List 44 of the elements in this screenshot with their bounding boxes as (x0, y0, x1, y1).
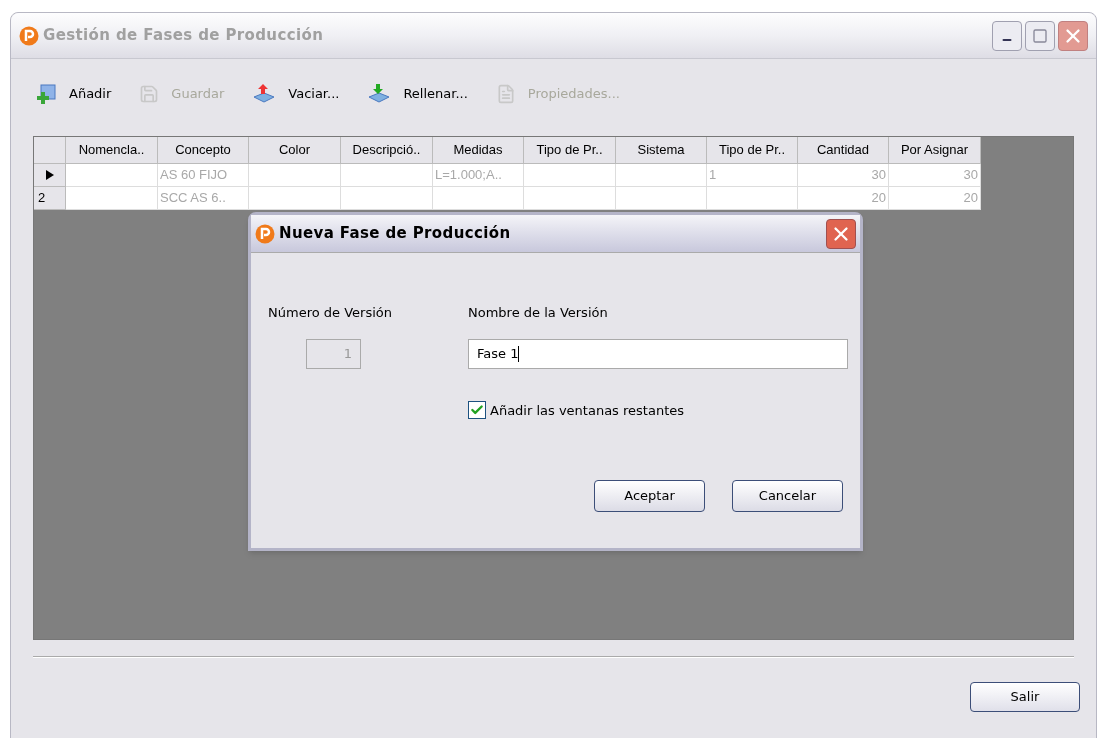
row-header[interactable] (34, 164, 66, 187)
row-pointer-icon (46, 170, 54, 180)
tray-down-arrow-icon (367, 83, 392, 105)
table-cell: 30 (798, 164, 889, 187)
dialog-close-button[interactable] (826, 218, 856, 249)
checkbox[interactable] (468, 401, 486, 420)
exit-button[interactable]: Salir (970, 682, 1080, 712)
app-logo-icon (255, 223, 275, 244)
save-icon (139, 84, 160, 104)
table-cell: L=1.000;A.. (433, 164, 524, 187)
row-header[interactable]: 2 (34, 187, 66, 210)
toolbar-button[interactable]: Vaciar... (252, 83, 340, 105)
column-header[interactable]: Cantidad (798, 137, 889, 164)
column-header[interactable]: Nomencla.. (66, 137, 158, 164)
column-header[interactable]: Tipo de Pr.. (707, 137, 798, 164)
app-logo-icon (19, 25, 39, 46)
table-cell: SCC AS 6.. (158, 187, 249, 210)
table-cell: 20 (889, 187, 981, 210)
dialog-button[interactable]: Aceptar (594, 480, 705, 512)
window-title: Gestión de Fases de Producción (43, 25, 324, 47)
column-header[interactable]: Por Asignar (889, 137, 981, 164)
field-label: Número de Versión (268, 304, 393, 322)
checkbox-label: Añadir las ventanas restantes (490, 401, 685, 420)
grid-plus-icon (35, 83, 57, 105)
column-header[interactable]: Medidas (433, 137, 524, 164)
maximize-icon (1032, 27, 1048, 44)
table-cell: 30 (889, 164, 981, 187)
tray-up-arrow-icon (252, 83, 277, 105)
table-cell: 1 (707, 164, 798, 187)
table-cell: AS 60 FIJO (158, 164, 249, 187)
table-cell: 20 (798, 187, 889, 210)
toolbar-button[interactable]: Añadir (35, 83, 112, 105)
column-header[interactable]: Sistema (616, 137, 707, 164)
column-header[interactable]: Concepto (158, 137, 249, 164)
dialog-button[interactable]: Cancelar (732, 480, 843, 512)
column-header[interactable]: Descripció.. (341, 137, 433, 164)
field-label: Nombre de la Versión (468, 304, 609, 322)
column-header[interactable]: Tipo de Pr.. (524, 137, 616, 164)
dialog-title: Nueva Fase de Producción (279, 223, 511, 245)
corner-cell (34, 137, 66, 164)
version-name-field[interactable]: Fase 1 (468, 338, 848, 369)
column-header[interactable]: Color (249, 137, 341, 164)
toolbar-button[interactable]: Rellenar... (367, 83, 468, 105)
close-button[interactable] (1058, 20, 1088, 51)
